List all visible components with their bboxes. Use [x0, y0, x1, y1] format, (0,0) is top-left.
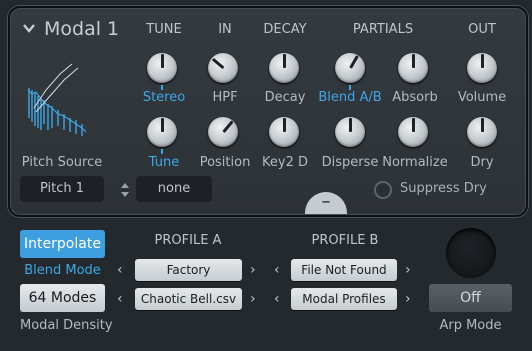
profile-b-file-select[interactable]: Modal Profiles: [291, 288, 397, 310]
profile-a-bank-select[interactable]: Factory: [135, 259, 242, 281]
arp-knob[interactable]: [446, 228, 496, 278]
profile-b-header: PROFILE B: [311, 233, 379, 248]
module-title: Modal 1: [44, 18, 120, 40]
header-partials: PARTIALS: [352, 22, 414, 37]
position-knob[interactable]: [206, 115, 240, 149]
suppress-dry-toggle[interactable]: [374, 181, 392, 199]
pitch-source-label: Pitch Source: [21, 155, 103, 170]
modes-button[interactable]: 64 Modes: [20, 284, 105, 312]
next-b-file-icon[interactable]: ›: [405, 291, 411, 307]
prev-b-bank-icon[interactable]: ‹: [274, 262, 280, 278]
arp-mode-select[interactable]: Off: [429, 284, 512, 312]
next-a-file-icon[interactable]: ›: [250, 291, 256, 307]
key2d-knob[interactable]: [267, 115, 301, 149]
profile-b-bank-select[interactable]: File Not Found: [291, 259, 397, 281]
blend-mode-label: Blend Mode: [24, 263, 101, 278]
knob-label-volume: Volume: [457, 90, 507, 105]
next-a-bank-icon[interactable]: ›: [250, 262, 256, 278]
hpf-knob[interactable]: [206, 51, 240, 85]
pitch-mod-select[interactable]: none: [136, 176, 212, 202]
pitch-source-select[interactable]: Pitch 1: [20, 176, 104, 202]
pitch-source-graph[interactable]: [24, 60, 94, 140]
next-b-bank-icon[interactable]: ›: [405, 262, 411, 278]
header-out: OUT: [468, 22, 496, 37]
blend-ab-knob[interactable]: [333, 51, 367, 90]
prev-a-bank-icon[interactable]: ‹: [117, 262, 123, 278]
up-down-arrows-icon[interactable]: [119, 180, 131, 200]
knob-label-dry: Dry: [470, 155, 494, 170]
prev-b-file-icon[interactable]: ‹: [274, 291, 280, 307]
chevron-down-icon[interactable]: [22, 22, 36, 34]
volume-knob[interactable]: [465, 51, 499, 85]
modal-density-label: Modal Density: [20, 318, 113, 333]
arp-mode-label: Arp Mode: [439, 318, 502, 333]
tune-knob[interactable]: [145, 115, 179, 154]
absorb-knob[interactable]: [396, 51, 430, 85]
suppress-dry-label: Suppress Dry: [400, 181, 487, 196]
decay-knob[interactable]: [267, 51, 301, 85]
normalize-knob[interactable]: [396, 115, 430, 149]
disperse-knob[interactable]: [333, 115, 367, 149]
dry-knob[interactable]: [465, 115, 499, 149]
header-decay: DECAY: [263, 22, 307, 37]
prev-a-file-icon[interactable]: ‹: [117, 291, 123, 307]
stereo-knob[interactable]: [145, 51, 179, 90]
interpolate-button[interactable]: Interpolate: [20, 230, 105, 258]
profile-a-file-select[interactable]: Chaotic Bell.csv: [135, 288, 242, 310]
profile-a-header: PROFILE A: [154, 233, 222, 248]
